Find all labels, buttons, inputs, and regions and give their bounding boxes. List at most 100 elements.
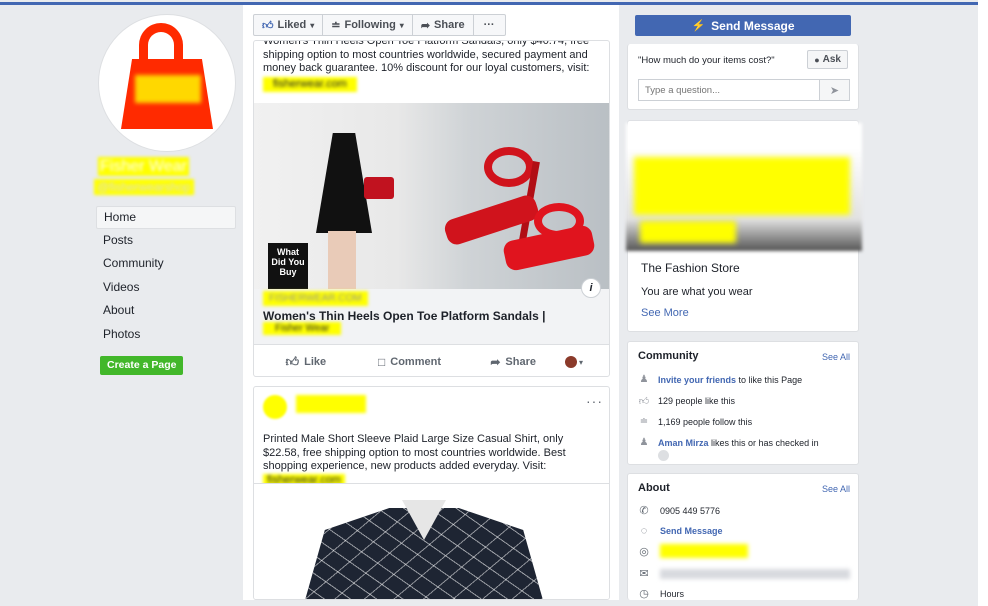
send-arrow-icon: ➤ <box>829 84 840 97</box>
post-options-button[interactable]: ··· <box>586 393 603 409</box>
link-preview-title: Women's Thin Heels Open Toe Platform San… <box>263 309 546 323</box>
friend-name-link[interactable]: Aman Mirza <box>658 438 709 448</box>
community-see-all-link[interactable]: See All <box>822 352 850 362</box>
phone-number[interactable]: 0905 449 5776 <box>660 506 720 516</box>
like-button[interactable]: 👍︎ Like <box>254 354 358 370</box>
send-question-button[interactable]: ➤ <box>820 79 850 101</box>
post-text: Printed Male Short Sleeve Plaid Large Si… <box>263 433 598 487</box>
nav-item-about[interactable]: About <box>96 300 236 323</box>
community-title: Community <box>638 350 699 362</box>
legs-shape <box>328 231 356 289</box>
liked-label: Liked <box>277 19 307 31</box>
page-name[interactable]: Fisher Wear <box>98 157 189 176</box>
comment-button[interactable]: □ Comment <box>358 355 462 369</box>
link-preview-title-tail: Fisher Wear <box>263 322 342 335</box>
red-purse-shape <box>364 177 394 199</box>
poster-avatar-redacted[interactable] <box>263 395 287 419</box>
share-label: Share <box>434 19 465 31</box>
friend-activity-row: ♟ Aman Mirza likes this or has checked i… <box>638 437 819 448</box>
cover-subtext-redacted <box>640 221 736 243</box>
page-profile-picture[interactable] <box>98 14 236 152</box>
nav-item-posts[interactable]: Posts <box>96 230 236 253</box>
ask-button[interactable]: ● Ask <box>807 50 848 69</box>
ask-question-card: "How much do your items cost?" ● Ask ➤ <box>627 44 859 110</box>
page-category: The Fashion Store <box>641 261 740 275</box>
following-button[interactable]: ≐ Following ▾ <box>323 14 413 36</box>
liked-button[interactable]: 👍︎ Liked ▾ <box>253 14 324 36</box>
post-card-shirt: ··· Printed Male Short Sleeve Plaid Larg… <box>253 386 610 600</box>
website-redacted[interactable] <box>660 544 748 558</box>
friend-activity-text: likes this or has checked in <box>711 437 819 448</box>
like-label: Like <box>304 356 327 368</box>
nav-item-videos[interactable]: Videos <box>96 277 236 300</box>
email-redacted[interactable] <box>660 568 850 579</box>
share-label: Share <box>505 356 536 368</box>
image-overlay-badge: What Did You Buy <box>268 243 308 289</box>
share-arrow-icon: ➦ <box>420 19 431 32</box>
thumbs-up-outline-icon: 👍︎ <box>285 354 300 369</box>
post-card-sandals: Women's Thin Heels Open Toe Platform San… <box>253 40 610 377</box>
question-input[interactable] <box>638 79 820 101</box>
page-handle[interactable]: @fisherwearshop <box>94 179 194 195</box>
page-nav: Home Posts Community Videos About Photos <box>96 206 236 347</box>
page-action-bar: 👍︎ Liked ▾ ≐ Following ▾ ➦ Share ··· <box>253 14 506 36</box>
link-preview[interactable]: FISHERWEAR.COM Women's Thin Heels Open T… <box>254 278 609 345</box>
likes-count: 129 people like this <box>658 396 736 406</box>
post-image-shirt[interactable] <box>254 483 609 599</box>
thumbs-up-icon: 👍︎ <box>638 396 650 407</box>
red-sandal-shape-2 <box>501 203 609 289</box>
invite-friends-link[interactable]: Invite your friends <box>658 375 736 385</box>
bag-logo-redacted <box>135 75 201 103</box>
messenger-icon: ⚡ <box>691 20 706 32</box>
suggested-question[interactable]: "How much do your items cost?" <box>638 55 775 66</box>
community-card: Community See All ♟ Invite your friends … <box>627 341 859 465</box>
post-image-sandals[interactable]: What Did You Buy <box>254 103 609 289</box>
see-more-link[interactable]: See More <box>641 307 689 319</box>
nav-item-photos[interactable]: Photos <box>96 324 236 347</box>
more-dots-icon: ··· <box>483 19 495 31</box>
share-page-button[interactable]: ➦ Share <box>412 14 474 36</box>
invite-friends-text: to like this Page <box>738 374 803 385</box>
send-message-button[interactable]: ⚡ Send Message <box>635 15 851 36</box>
follows-row: ≐ 1,169 people follow this <box>638 416 752 427</box>
about-title: About <box>638 482 670 494</box>
user-avatar <box>565 356 578 368</box>
message-row: ◌ Send Message <box>638 525 723 537</box>
nav-item-community[interactable]: Community <box>96 253 236 276</box>
info-icon[interactable]: i <box>581 278 601 298</box>
rss-icon: ≐ <box>639 416 649 427</box>
globe-icon: ◎ <box>639 545 649 558</box>
post-actions: 👍︎ Like □ Comment ➦ Share ▾ <box>254 347 609 376</box>
send-message-label: Send Message <box>711 18 795 33</box>
poster-name-redacted[interactable] <box>296 395 366 413</box>
about-send-message-link[interactable]: Send Message <box>660 526 723 536</box>
more-options-button[interactable]: ··· <box>473 14 506 36</box>
friend-avatar[interactable] <box>658 450 669 461</box>
website-row: ◎ <box>638 544 748 558</box>
post-text-body: shipping option to most countries worldw… <box>263 48 590 75</box>
chevron-down-icon: ▾ <box>579 357 584 367</box>
hours-label: Hours <box>660 588 685 599</box>
nav-item-home[interactable]: Home <box>96 206 236 229</box>
thumbs-up-icon: 👍︎ <box>262 19 274 32</box>
ask-label: Ask <box>822 54 841 65</box>
share-button[interactable]: ➦ Share <box>461 355 565 369</box>
following-label: Following <box>344 19 396 31</box>
likes-row: 👍︎ 129 people like this <box>638 395 735 407</box>
post-link-redacted[interactable]: fisherwear.com <box>263 76 357 92</box>
chevron-down-icon: ▾ <box>399 20 404 30</box>
post-text: Women's Thin Heels Open Toe Platform San… <box>263 41 593 92</box>
share-arrow-icon: ➦ <box>490 355 501 369</box>
rss-icon: ≐ <box>331 19 341 32</box>
link-preview-domain: FISHERWEAR.COM <box>263 291 368 306</box>
follows-count: 1,169 people follow this <box>658 416 753 427</box>
post-text-body: Printed Male Short Sleeve Plaid Large Si… <box>263 433 566 472</box>
people-icon: ♟ <box>639 374 649 385</box>
envelope-icon: ✉ <box>639 568 649 580</box>
post-as-selector[interactable]: ▾ <box>565 356 609 368</box>
create-page-button[interactable]: Create a Page <box>100 356 184 375</box>
people-icon: ♟ <box>639 437 649 448</box>
about-see-all-link[interactable]: See All <box>822 484 850 494</box>
window-edge <box>978 0 988 606</box>
email-row: ✉ <box>638 567 850 580</box>
